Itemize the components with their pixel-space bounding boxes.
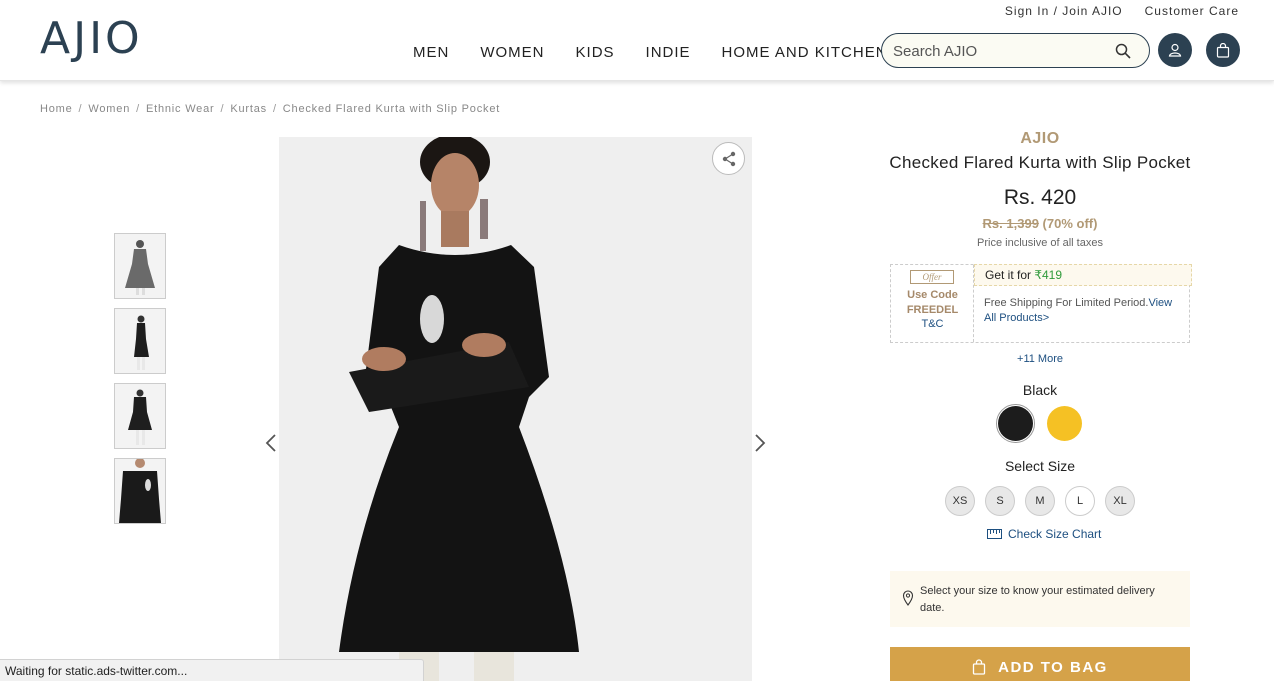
share-button[interactable] xyxy=(712,142,745,175)
nav-women[interactable]: WOMEN xyxy=(480,44,544,62)
shipping-text: Free Shipping For Limited Period. xyxy=(984,297,1149,309)
terms-link[interactable]: T&C xyxy=(891,318,974,330)
delivery-info: Select your size to know your estimated … xyxy=(890,571,1190,627)
product-thumbnail-image xyxy=(115,384,165,448)
breadcrumb-separator: / xyxy=(220,103,225,115)
thumbnail-1[interactable] xyxy=(114,233,166,299)
nav-men[interactable]: MEN xyxy=(413,44,449,62)
cart-button[interactable] xyxy=(1206,33,1240,67)
thumbnail-2[interactable] xyxy=(114,308,166,374)
coupon-code: FREEDEL xyxy=(906,304,959,316)
customer-care-link[interactable]: Customer Care xyxy=(1145,4,1239,18)
offer-code-section: Offer Use Code FREEDEL T&C xyxy=(891,265,974,342)
offer-tag: Offer xyxy=(910,270,954,284)
chevron-left-icon[interactable] xyxy=(263,432,279,454)
chevron-right-icon[interactable] xyxy=(752,432,768,454)
add-to-bag-label: ADD TO BAG xyxy=(998,658,1108,676)
size-chart-link[interactable]: Check Size Chart xyxy=(987,527,1101,541)
nav-indie[interactable]: INDIE xyxy=(646,44,691,62)
user-icon xyxy=(1168,43,1182,57)
shipping-offer: Free Shipping For Limited Period.View Al… xyxy=(984,296,1184,326)
main-nav: MEN WOMEN KIDS INDIE HOME AND KITCHEN xyxy=(413,44,919,62)
product-main-image[interactable] xyxy=(279,137,752,681)
size-chart-label: Check Size Chart xyxy=(1008,527,1102,541)
product-price: Rs. 420 xyxy=(1003,186,1077,209)
get-it-price: ₹419 xyxy=(1034,268,1063,282)
breadcrumb-separator: / xyxy=(78,103,83,115)
get-it-label: Get it for xyxy=(985,268,1032,282)
select-size-label: Select Size xyxy=(1004,458,1076,474)
product-name: Checked Flared Kurta with Slip Pocket xyxy=(889,153,1191,172)
bag-icon xyxy=(1216,42,1230,58)
breadcrumb-current: Checked Flared Kurta with Slip Pocket xyxy=(282,103,501,115)
offer-box: Offer Use Code FREEDEL T&C Get it for ₹4… xyxy=(890,264,1192,343)
browser-status-bar: Waiting for static.ads-twitter.com... xyxy=(0,659,424,681)
breadcrumb-home[interactable]: Home xyxy=(40,103,73,115)
mrp-line: Rs. 1,399 (70% off) xyxy=(890,216,1190,231)
product-photo xyxy=(279,137,752,681)
size-m[interactable]: M xyxy=(1025,486,1055,516)
breadcrumb-women[interactable]: Women xyxy=(88,103,130,115)
site-header: AJIO Sign In / Join AJIO Customer Care M… xyxy=(0,0,1274,81)
product-brand[interactable]: AJIO xyxy=(890,130,1190,148)
breadcrumb-separator: / xyxy=(272,103,277,115)
breadcrumb-ethnic-wear[interactable]: Ethnic Wear xyxy=(146,103,215,115)
ruler-icon xyxy=(987,529,1002,539)
more-offers-link[interactable]: +11 More xyxy=(890,353,1190,365)
get-it-for-banner: Get it for ₹419 xyxy=(974,264,1192,286)
product-thumbnail-image xyxy=(115,459,165,523)
tax-note: Price inclusive of all taxes xyxy=(977,237,1103,249)
original-price: Rs. 1,399 xyxy=(982,216,1039,231)
size-xs[interactable]: XS xyxy=(945,486,975,516)
product-thumbnail-image xyxy=(115,234,165,298)
search-input[interactable] xyxy=(893,41,1113,61)
sign-in-link[interactable]: Sign In / Join AJIO xyxy=(1005,4,1123,18)
thumbnail-4[interactable] xyxy=(114,458,166,524)
color-swatch-yellow[interactable] xyxy=(1047,406,1082,441)
thumbnail-3[interactable] xyxy=(114,383,166,449)
nav-home-and-kitchen[interactable]: HOME AND KITCHEN xyxy=(722,44,888,62)
search-bar xyxy=(881,33,1150,68)
add-to-bag-button[interactable]: ADD TO BAG xyxy=(890,647,1190,681)
bag-icon xyxy=(972,659,986,675)
size-xl[interactable]: XL xyxy=(1105,486,1135,516)
nav-kids[interactable]: KIDS xyxy=(576,44,615,62)
selected-color-label: Black xyxy=(1022,382,1058,398)
share-icon xyxy=(722,151,735,166)
breadcrumb-separator: / xyxy=(136,103,140,115)
product-thumbnail-image xyxy=(115,309,165,373)
breadcrumb: Home / Women / Ethnic Wear / Kurtas / Checke… xyxy=(40,103,500,115)
location-pin-icon xyxy=(902,590,914,606)
offer-code: Use Code FREEDEL xyxy=(891,288,974,318)
size-l[interactable]: L xyxy=(1065,486,1095,516)
ajio-logo[interactable]: AJIO xyxy=(40,16,143,62)
search-icon[interactable] xyxy=(1115,43,1131,59)
discount-percent: (70% off) xyxy=(1042,216,1098,231)
color-swatch-black[interactable] xyxy=(998,406,1033,441)
use-code-label: Use Code xyxy=(907,289,958,301)
delivery-text: Select your size to know your estimated … xyxy=(920,585,1155,614)
breadcrumb-kurtas[interactable]: Kurtas xyxy=(230,103,267,115)
account-button[interactable] xyxy=(1158,33,1192,67)
size-s[interactable]: S xyxy=(985,486,1015,516)
top-links: Sign In / Join AJIO Customer Care xyxy=(1005,4,1239,18)
